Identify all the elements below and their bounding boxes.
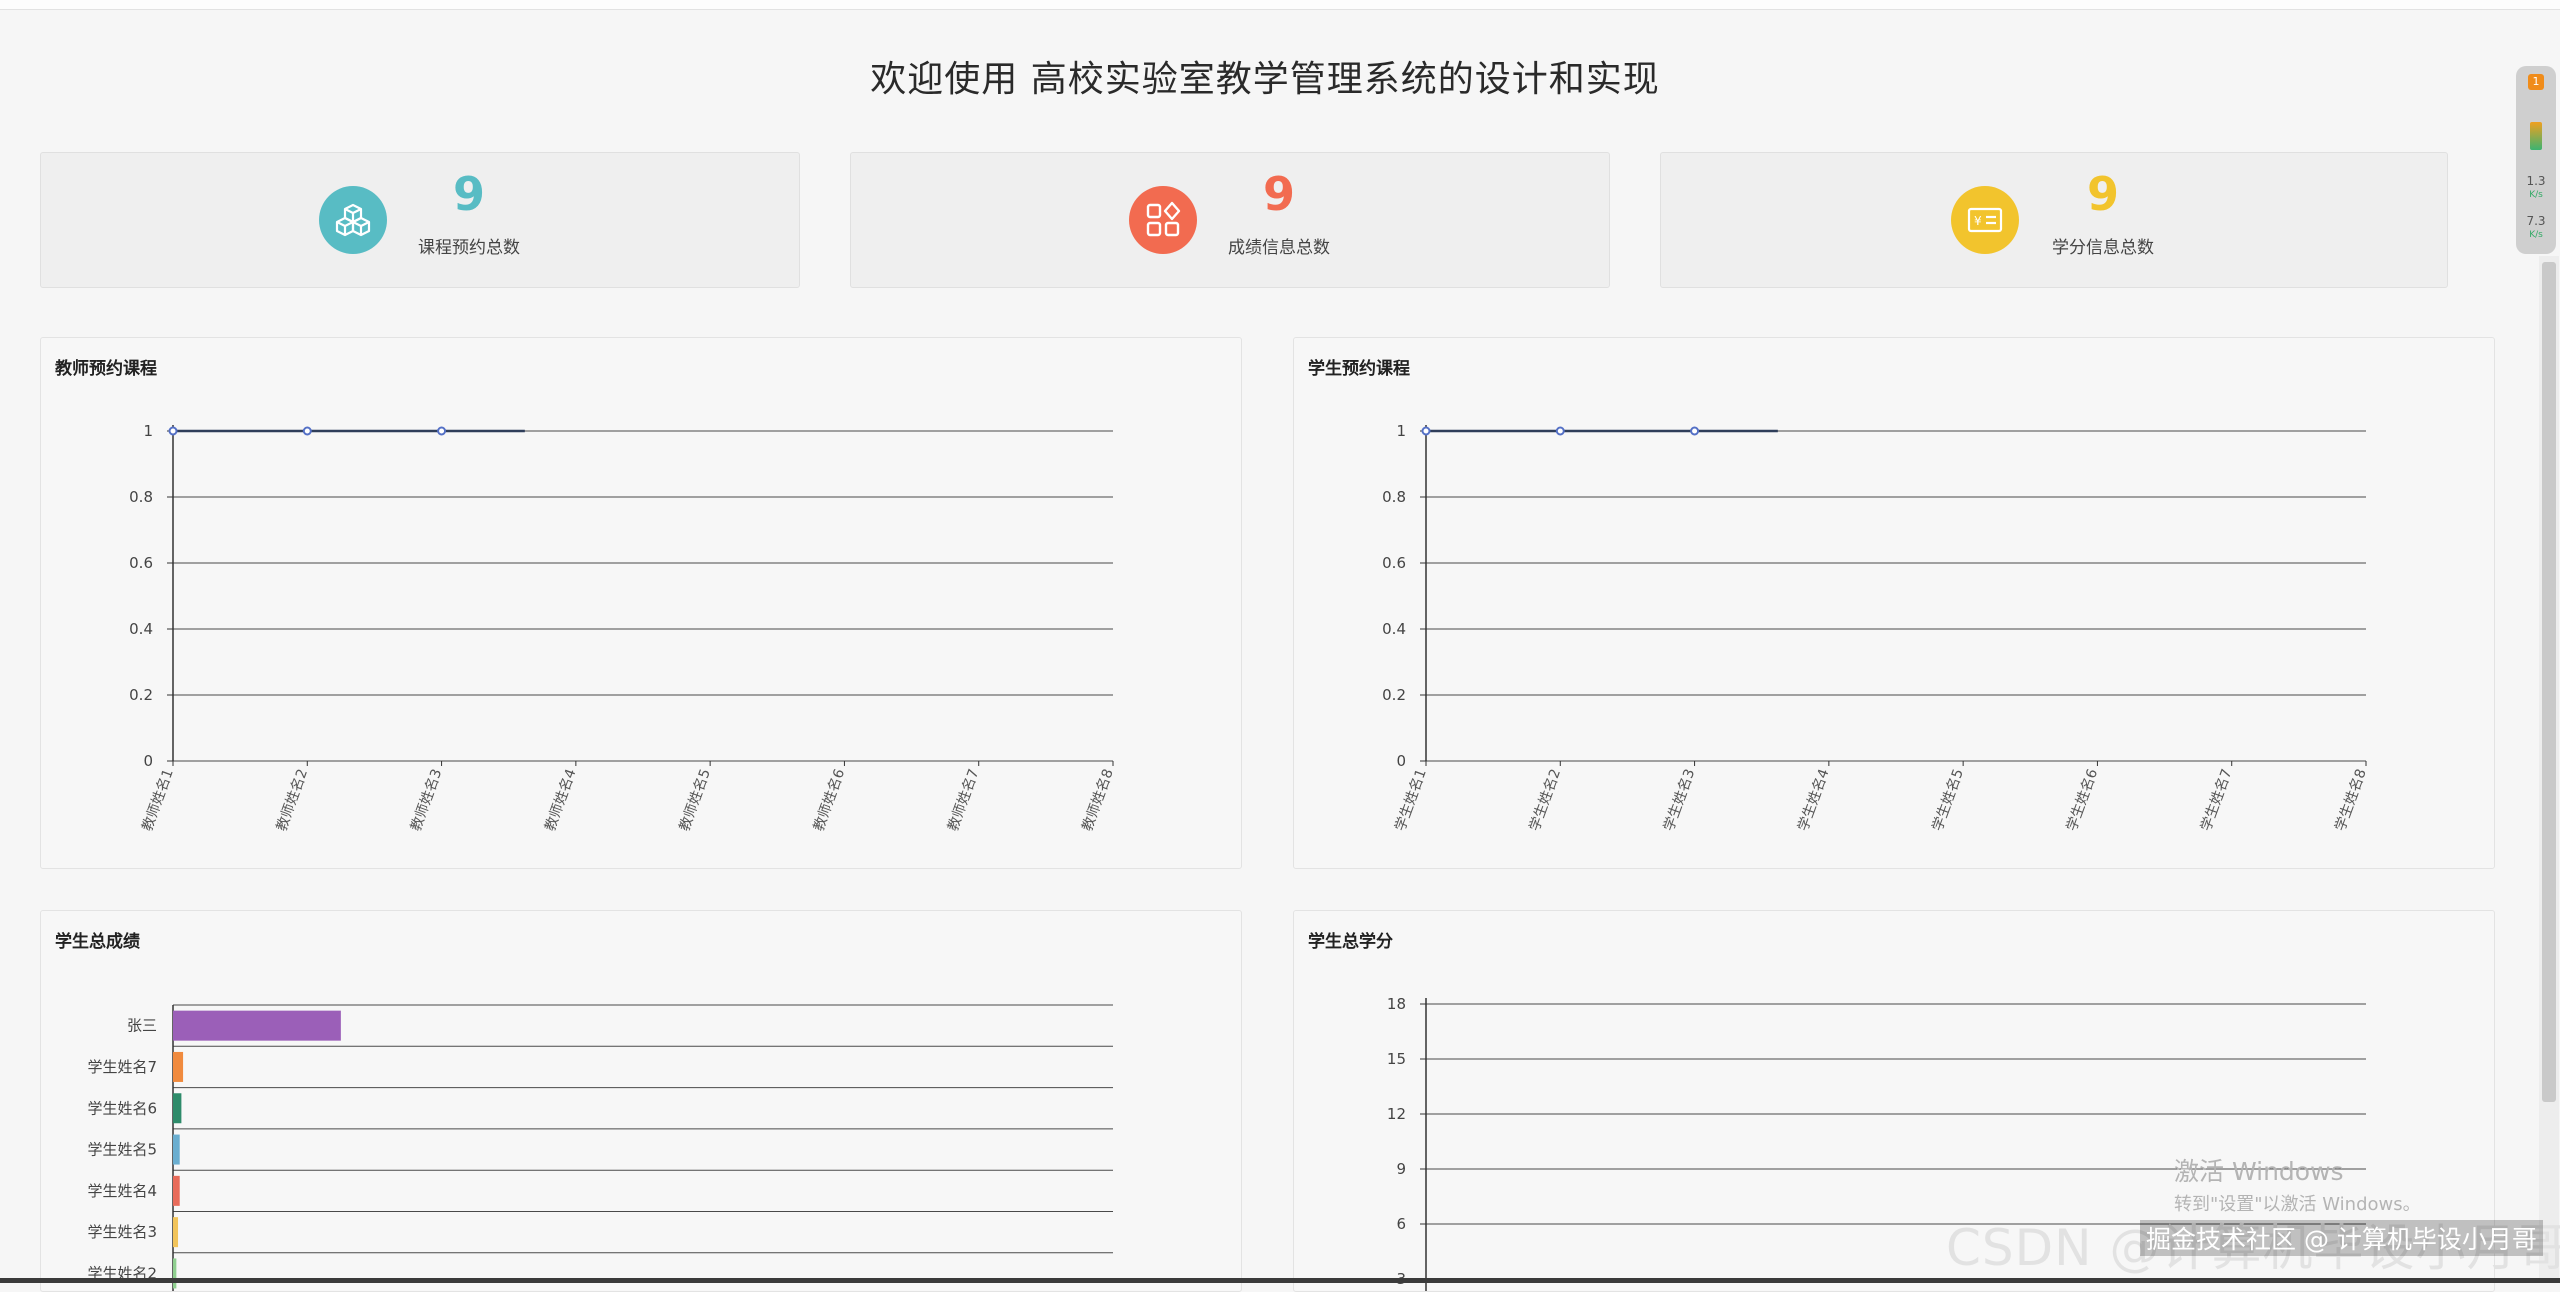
student-score-bar-chart: 张三学生姓名7学生姓名6学生姓名5学生姓名4学生姓名3学生姓名2 — [87, 1004, 1113, 1291]
x-tick-label: 学生姓名5 — [1930, 767, 1967, 833]
page-title: 欢迎使用 高校实验室教学管理系统的设计和实现 — [870, 59, 1660, 100]
bottom-edge — [0, 1278, 2560, 1283]
stat-label: 学分信息总数 — [2052, 238, 2154, 258]
x-tick-label: 学生姓名3 — [1661, 767, 1698, 833]
data-point — [1690, 426, 1700, 436]
x-tick-label: 学生姓名6 — [2064, 767, 2101, 834]
student-score-chart-panel: 学生总成绩 张三 学生姓名7 学生姓名6 学生姓名5 学生姓名4 学生姓名3 学生姓名2 — [40, 910, 1242, 1292]
y-tick-label: 0.8 — [1382, 488, 1406, 506]
y-tick-label: 0.2 — [1382, 686, 1406, 704]
y-tick-label: 12 — [1387, 1105, 1406, 1123]
stat-value: 9 — [1262, 167, 1295, 221]
y-tick-label: 0.4 — [129, 620, 153, 638]
y-category-label: 学生姓名7 — [87, 1058, 157, 1076]
data-point — [437, 426, 447, 436]
y-tick-label: 0.6 — [1382, 554, 1406, 572]
stat-value: 9 — [452, 167, 485, 221]
grid-apps-icon — [1129, 186, 1197, 254]
stat-card-credit-records[interactable]: ¥ 9 学分信息总数 — [1660, 152, 2448, 288]
x-tick-label: 学生姓名1 — [1393, 767, 1430, 833]
svg-text:¥: ¥ — [1974, 214, 1982, 228]
x-tick-label: 教师姓名3 — [408, 767, 445, 833]
y-category-label: 学生姓名3 — [87, 1223, 157, 1241]
yen-card-icon: ¥ — [1951, 186, 2019, 254]
y-tick-label: 0 — [1396, 752, 1406, 770]
y-category-label: 学生姓名5 — [87, 1141, 157, 1159]
y-tick-label: 18 — [1387, 995, 1406, 1013]
y-tick-label: 9 — [1396, 1160, 1406, 1178]
data-point — [1555, 426, 1565, 436]
y-category-label: 学生姓名6 — [87, 1099, 157, 1117]
x-tick-label: 学生姓名8 — [2333, 767, 2370, 833]
y-category-label: 张三 — [127, 1017, 157, 1035]
bar — [173, 1093, 182, 1124]
bar — [173, 1051, 184, 1082]
upload-speed: 1.3 — [2526, 174, 2546, 188]
stat-value: 9 — [2086, 167, 2119, 221]
teacher-booking-line-chart: 0 0.2 0.4 0.6 0.8 1 教师姓名1 教师姓名2 教师姓名3 教师姓名4 教师姓名5 教… — [129, 422, 1117, 834]
y-tick-label: 0.6 — [129, 554, 153, 572]
y-tick-label: 0 — [143, 752, 153, 770]
x-tick-label: 教师姓名7 — [945, 767, 982, 833]
stat-label: 成绩信息总数 — [1228, 238, 1330, 258]
x-tick-label: 教师姓名1 — [140, 767, 177, 833]
y-category-label: 学生姓名4 — [87, 1182, 157, 1200]
bar — [173, 1175, 180, 1206]
teacher-booking-chart-panel: 教师预约课程 0 0.2 0.4 0.6 0.8 1 教师姓名1 教师姓名2 教师姓名3 教师姓名… — [40, 337, 1242, 869]
data-point — [1421, 426, 1431, 436]
network-speed-widget[interactable]: 1 1.3 K/s 7.3 K/s — [2516, 66, 2556, 254]
stat-card-score-records[interactable]: 9 成绩信息总数 — [850, 152, 1610, 288]
scrollbar-thumb[interactable] — [2542, 262, 2556, 1102]
download-speed: 7.3 — [2526, 214, 2546, 228]
bar — [173, 1258, 177, 1289]
stat-card-course-bookings[interactable]: 9 课程预约总数 — [40, 152, 800, 288]
x-tick-label: 学生姓名7 — [2198, 767, 2235, 833]
upload-unit: K/s — [2529, 190, 2543, 200]
y-tick-label: 1 — [143, 422, 153, 440]
notification-badge: 1 — [2528, 74, 2544, 90]
student-booking-chart-panel: 学生预约课程 0 0.2 0.4 0.6 0.8 1 学生姓名1 学生姓名2 学生姓名3 学生姓名… — [1293, 337, 2495, 869]
y-tick-label: 0.8 — [129, 488, 153, 506]
x-tick-label: 教师姓名4 — [542, 767, 579, 834]
bar — [173, 1010, 341, 1041]
x-tick-label: 教师姓名8 — [1080, 767, 1117, 833]
download-unit: K/s — [2529, 230, 2543, 240]
y-tick-label: 6 — [1396, 1215, 1406, 1233]
windows-activation-line1: 激活 Windows — [2174, 1157, 2344, 1186]
juejin-watermark: 掘金技术社区 @ 计算机毕设小月哥 — [2140, 1220, 2543, 1256]
y-tick-label: 1 — [1396, 422, 1406, 440]
student-booking-line-chart: 0 0.2 0.4 0.6 0.8 1 学生姓名1 学生姓名2 学生姓名3 学生姓名4 学生姓名5 学… — [1382, 422, 2370, 834]
y-tick-label: 0.4 — [1382, 620, 1406, 638]
bar — [173, 1134, 180, 1165]
x-tick-label: 教师姓名6 — [811, 767, 848, 834]
y-tick-label: 15 — [1387, 1050, 1406, 1068]
y-tick-label: 0.2 — [129, 686, 153, 704]
x-tick-label: 学生姓名2 — [1527, 767, 1564, 833]
bar — [173, 1217, 179, 1248]
x-tick-label: 教师姓名2 — [274, 767, 311, 833]
traffic-meter-icon — [2530, 122, 2542, 150]
x-tick-label: 教师姓名5 — [677, 767, 714, 833]
top-border — [0, 0, 2560, 10]
stat-label: 课程预约总数 — [418, 238, 520, 258]
windows-activation-watermark: 激活 Windows 转到"设置"以激活 Windows。 — [2174, 1152, 2421, 1216]
cubes-icon — [319, 186, 387, 254]
data-point — [168, 426, 178, 436]
x-tick-label: 学生姓名4 — [1795, 767, 1832, 834]
data-point — [302, 426, 312, 436]
